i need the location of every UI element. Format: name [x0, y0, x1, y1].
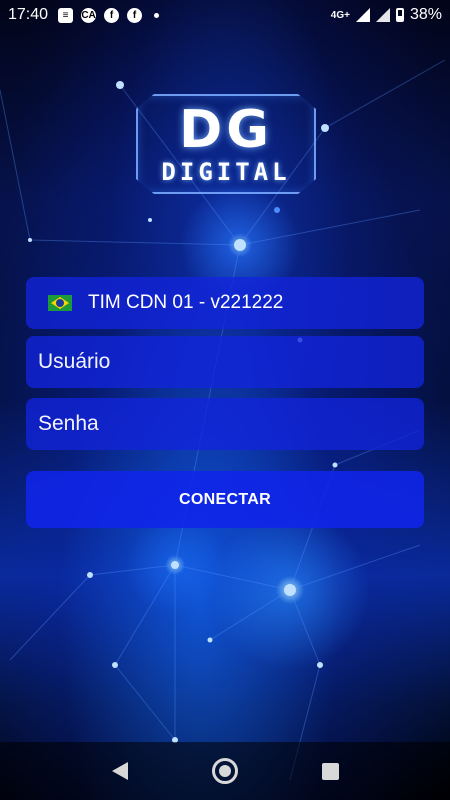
password-input[interactable] — [26, 398, 424, 450]
connect-button[interactable]: CONECTAR — [26, 471, 424, 528]
back-icon[interactable] — [111, 762, 128, 780]
recent-apps-icon[interactable] — [321, 762, 339, 780]
notification-icons: ≡ CA f f — [58, 7, 160, 23]
status-right: 4G+ 38% — [331, 6, 442, 24]
logo-dot — [274, 207, 280, 213]
signal-icon — [375, 8, 390, 22]
status-bar: 17:40 ≡ CA f f 4G+ 38% — [0, 0, 450, 30]
more-notifications-icon — [154, 12, 160, 18]
username-input[interactable] — [26, 336, 424, 388]
network-type: 4G+ — [330, 9, 350, 21]
ca-icon: CA — [81, 7, 97, 23]
facebook-icon: f — [127, 7, 143, 23]
battery-percent: 38% — [409, 6, 442, 23]
home-icon[interactable] — [211, 758, 238, 784]
server-select[interactable]: TIM CDN 01 - v221222 — [26, 277, 424, 329]
app-logo: DG DIGITAL — [136, 94, 316, 213]
logo-subtitle: DIGITAL — [161, 158, 291, 186]
logo-title: DG — [179, 100, 273, 160]
server-label: TIM CDN 01 - v221222 — [88, 292, 284, 313]
facebook-icon: f — [104, 7, 120, 23]
status-time: 17:40 — [8, 6, 49, 23]
brazil-flag-icon — [48, 295, 72, 311]
navigation-bar — [0, 742, 450, 800]
message-icon: ≡ — [58, 7, 74, 23]
signal-icon — [355, 8, 370, 22]
battery-icon — [395, 8, 404, 22]
